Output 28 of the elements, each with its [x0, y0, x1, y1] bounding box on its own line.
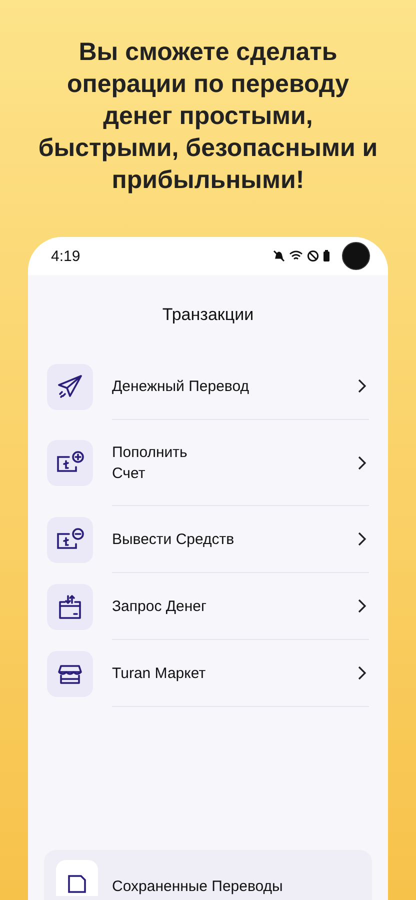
wallet-arrows-icon — [56, 592, 84, 620]
save-icon — [65, 872, 89, 896]
chevron-right-icon — [357, 532, 367, 546]
chevron-right-icon — [357, 379, 367, 393]
mute-icon — [273, 250, 285, 262]
chevron-right-icon — [357, 599, 367, 613]
item-label: Запрос Денег — [112, 596, 208, 616]
wifi-icon — [289, 250, 303, 262]
chevron-right-icon — [357, 666, 367, 680]
status-time: 4:19 — [51, 248, 82, 264]
item-label: Пополнить Счет — [112, 442, 188, 484]
transaction-item[interactable]: Денежный Перевод — [28, 353, 388, 420]
transaction-item[interactable]: Пополнить Счет — [28, 420, 388, 506]
chevron-right-icon — [357, 456, 367, 470]
paper-plane-icon — [56, 372, 84, 400]
item-label: Turan Маркет — [112, 664, 207, 684]
screen-title: Транзакции — [161, 305, 255, 325]
transaction-item[interactable]: Запрос Денег — [28, 573, 388, 640]
transaction-item[interactable]: Turan Маркет — [28, 640, 388, 707]
item-label: Сохраненные Переводы — [112, 878, 283, 895]
camera-hole — [342, 242, 370, 270]
item-label: Вывести Средств — [112, 530, 236, 550]
saved-transfers-card[interactable]: Сохраненные Переводы — [44, 850, 372, 900]
transaction-item[interactable]: Вывести Средств — [28, 506, 388, 573]
item-label: Денежный Перевод — [112, 376, 250, 396]
blocked-icon — [307, 250, 319, 262]
battery-icon — [323, 250, 330, 262]
headline: Вы сможете сделать операции по переводу денег простыми, быстрыми, безопасными и прибыльными! — [37, 37, 379, 196]
